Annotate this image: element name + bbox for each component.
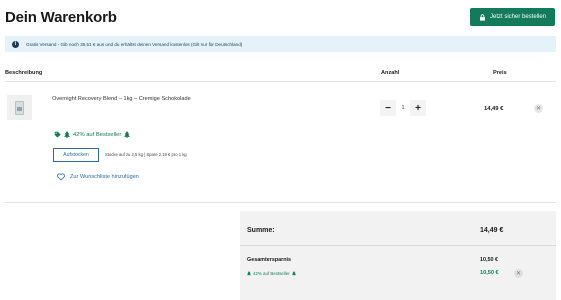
wishlist-link[interactable]: Zur Wunschliste hinzufügen <box>57 173 139 181</box>
info-icon: i <box>12 40 19 48</box>
column-price: Preis <box>493 70 507 76</box>
column-description: Beschreibung <box>5 70 43 76</box>
promo-badge: 42% auf Bestseller <box>54 131 131 138</box>
upsell-text: Stocke auf zu 2,5 kg | Spare 2,19 € pro … <box>105 152 187 157</box>
increase-quantity-button[interactable]: + <box>410 100 426 116</box>
shipping-banner: i Gratis Versand - Gib noch 35,51 € aus … <box>5 36 556 52</box>
column-quantity: Anzahl <box>381 70 400 76</box>
tree-icon <box>247 271 251 276</box>
summary-divider <box>240 245 556 246</box>
item-price: 14,49 € <box>484 106 504 112</box>
promo-label: 42% auf Bestseller <box>73 131 122 138</box>
checkout-button[interactable]: Jetzt sicher bestellen <box>470 8 555 26</box>
total-label: Summe: <box>247 227 275 234</box>
quantity-stepper: − 1 + <box>380 100 426 116</box>
shipping-banner-text: Gratis Versand - Gib noch 35,51 € aus un… <box>26 41 243 47</box>
product-image[interactable] <box>7 95 32 120</box>
quantity-value[interactable]: 1 <box>396 105 410 111</box>
savings-label: Gesamtersparnis <box>247 257 292 263</box>
product-name[interactable]: Overnight Recovery Blend – 1kg – Cremige… <box>52 96 191 102</box>
checkout-button-label: Jetzt sicher bestellen <box>489 14 547 20</box>
order-summary: Summe: 14,49 € Gesamtersparnis 10,50 € 4… <box>240 211 556 300</box>
tree-icon <box>124 131 131 138</box>
item-divider <box>5 202 556 203</box>
lock-icon <box>480 13 485 21</box>
discount-label-text: 42% auf Bestseller <box>253 271 290 276</box>
savings-value: 10,50 € <box>480 257 498 263</box>
discount-value: 10,50 € <box>480 270 499 276</box>
discount-label: 42% auf Bestseller <box>247 271 296 276</box>
decrease-quantity-button[interactable]: − <box>380 100 396 116</box>
close-icon: ✕ <box>535 106 542 112</box>
header-divider <box>5 81 556 82</box>
tree-icon <box>64 131 70 138</box>
remove-item-button[interactable]: ✕ <box>534 104 543 113</box>
close-icon: ✕ <box>515 271 522 277</box>
upsell-button[interactable]: Aufstocken <box>53 148 99 162</box>
heart-icon <box>57 173 65 181</box>
wishlist-label: Zur Wunschliste hinzufügen <box>70 174 139 180</box>
page-title: Dein Warenkorb <box>5 9 117 26</box>
tree-icon <box>291 271 296 276</box>
remove-discount-button[interactable]: ✕ <box>514 269 523 278</box>
total-value: 14,49 € <box>480 227 504 234</box>
tag-icon <box>54 131 61 138</box>
